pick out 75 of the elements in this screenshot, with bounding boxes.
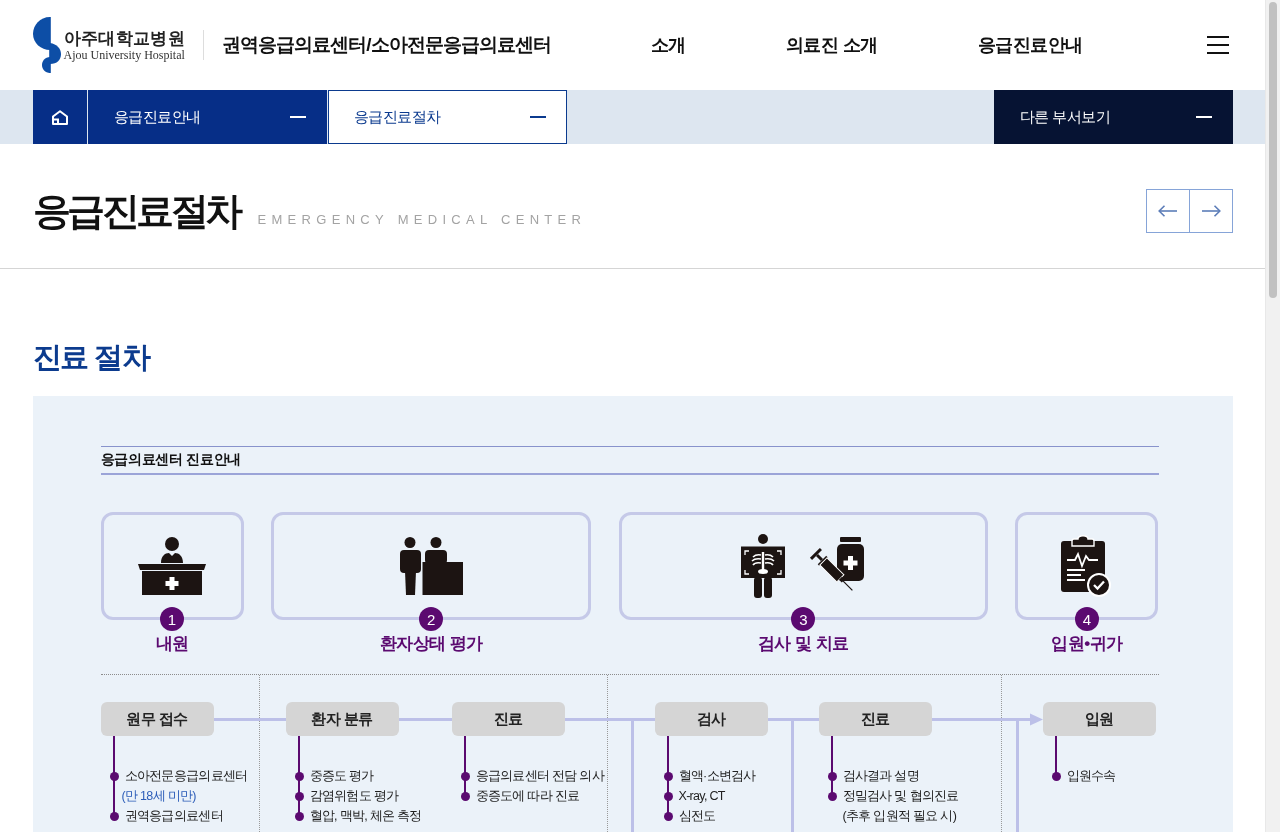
bullet-icon bbox=[109, 771, 119, 781]
people-at-desk-icon bbox=[399, 537, 464, 595]
hospital-name: 아주대학교병원 bbox=[63, 28, 186, 48]
step-label: 내원 bbox=[155, 634, 189, 654]
next-button[interactable] bbox=[1189, 189, 1233, 233]
bullet-icon bbox=[827, 771, 837, 781]
procedure-item: 혈압, 맥박, 체온 측정 bbox=[309, 808, 422, 825]
hospital-name-english: Ajou University Hospital bbox=[63, 47, 186, 62]
bullet-icon bbox=[109, 811, 119, 821]
procedure-item: 권역응급의료센터 bbox=[124, 808, 223, 825]
bullet-icon bbox=[460, 791, 470, 801]
connector-line bbox=[398, 718, 452, 721]
minus-icon bbox=[1195, 116, 1212, 118]
bullet-icon bbox=[1051, 771, 1061, 781]
bullet-icon bbox=[294, 771, 304, 781]
procedure-item: 응급의료센터 전담 의사 bbox=[475, 768, 605, 785]
section-heading: 진료 절차 bbox=[32, 340, 150, 374]
scrollbar-track[interactable] bbox=[1265, 0, 1280, 832]
bullet-icon bbox=[294, 811, 304, 821]
procedure-item: 중증도 평가 bbox=[309, 768, 374, 785]
breadcrumb-dropdown[interactable]: 응급진료안내 bbox=[87, 90, 327, 144]
nav-link[interactable]: 응급진료안내 bbox=[977, 33, 1083, 57]
connector-line bbox=[767, 718, 819, 721]
page-title: 응급진료절차 bbox=[32, 189, 240, 233]
x-ray-icon bbox=[741, 534, 786, 598]
step-number: 2 bbox=[419, 607, 444, 631]
nav-link[interactable]: 소개 bbox=[650, 33, 686, 57]
flow-step: 검사 bbox=[654, 702, 768, 736]
step-label: 환자상태 평가 bbox=[379, 634, 483, 654]
nav-link[interactable]: 의료진 소개 bbox=[785, 33, 878, 57]
procedure-item: 정밀검사 및 협의진료 bbox=[842, 788, 959, 805]
flow-step: 원무 접수 bbox=[100, 702, 214, 736]
age-note: (만 18세 미만) bbox=[121, 788, 197, 805]
flow-step: 진료 bbox=[818, 702, 932, 736]
clipboard-check-icon bbox=[1061, 534, 1113, 598]
procedure-item: X-ray, CT bbox=[678, 788, 725, 805]
step-label: 입원•귀가 bbox=[1051, 634, 1123, 654]
site-title: 권역응급의료센터/소아전문응급의료센터 bbox=[222, 33, 551, 57]
bullet-icon bbox=[294, 791, 304, 801]
home-icon bbox=[51, 109, 68, 125]
flow-step: 환자 분류 bbox=[285, 702, 399, 736]
home-button[interactable] bbox=[32, 90, 87, 144]
arrow-left-icon bbox=[1157, 205, 1178, 217]
item-detail: (추후 입원적 필요 시) bbox=[842, 808, 958, 825]
previous-button[interactable] bbox=[1145, 189, 1190, 233]
scrollbar-thumb[interactable] bbox=[1269, 2, 1277, 298]
procedure-item: 심전도 bbox=[678, 808, 716, 825]
procedure-item: 검사결과 설명 bbox=[842, 768, 920, 785]
bullet-icon bbox=[827, 791, 837, 801]
step-number: 3 bbox=[791, 607, 816, 631]
logo-icon bbox=[32, 17, 61, 73]
arrow-right-icon bbox=[1200, 205, 1221, 217]
bullet-icon bbox=[663, 791, 673, 801]
other-departments-dropdown[interactable]: 다른 부서보기 bbox=[993, 90, 1233, 144]
procedure-item: 입원수속 bbox=[1066, 768, 1116, 785]
diagram-title: 응급의료센터 진료안내 bbox=[100, 446, 1159, 475]
step-number: 4 bbox=[1074, 607, 1099, 631]
bullet-icon bbox=[460, 771, 470, 781]
menu-button[interactable] bbox=[1206, 36, 1229, 54]
procedure-item: 혈액·소변검사 bbox=[678, 768, 756, 785]
page-subtitle: EMERGENCY MEDICAL CENTER bbox=[257, 212, 587, 227]
procedure-item: 중증도에 따라 진료 bbox=[475, 788, 580, 805]
step-label: 검사 및 치료 bbox=[757, 634, 849, 654]
procedure-item: 감염위험도 평가 bbox=[309, 788, 399, 805]
minus-icon bbox=[289, 116, 306, 118]
reception-desk-icon bbox=[138, 537, 206, 595]
bullet-icon bbox=[663, 811, 673, 821]
procedure-item: 소아전문응급의료센터 bbox=[124, 768, 248, 785]
flow-step: 입원 bbox=[1042, 702, 1156, 736]
flow-step: 진료 bbox=[451, 702, 565, 736]
bullet-icon bbox=[663, 771, 673, 781]
step-number: 1 bbox=[160, 607, 184, 631]
breadcrumb-dropdown[interactable]: 응급진료절차 bbox=[327, 90, 567, 144]
menu-icon bbox=[1206, 36, 1229, 54]
minus-icon bbox=[529, 116, 546, 118]
